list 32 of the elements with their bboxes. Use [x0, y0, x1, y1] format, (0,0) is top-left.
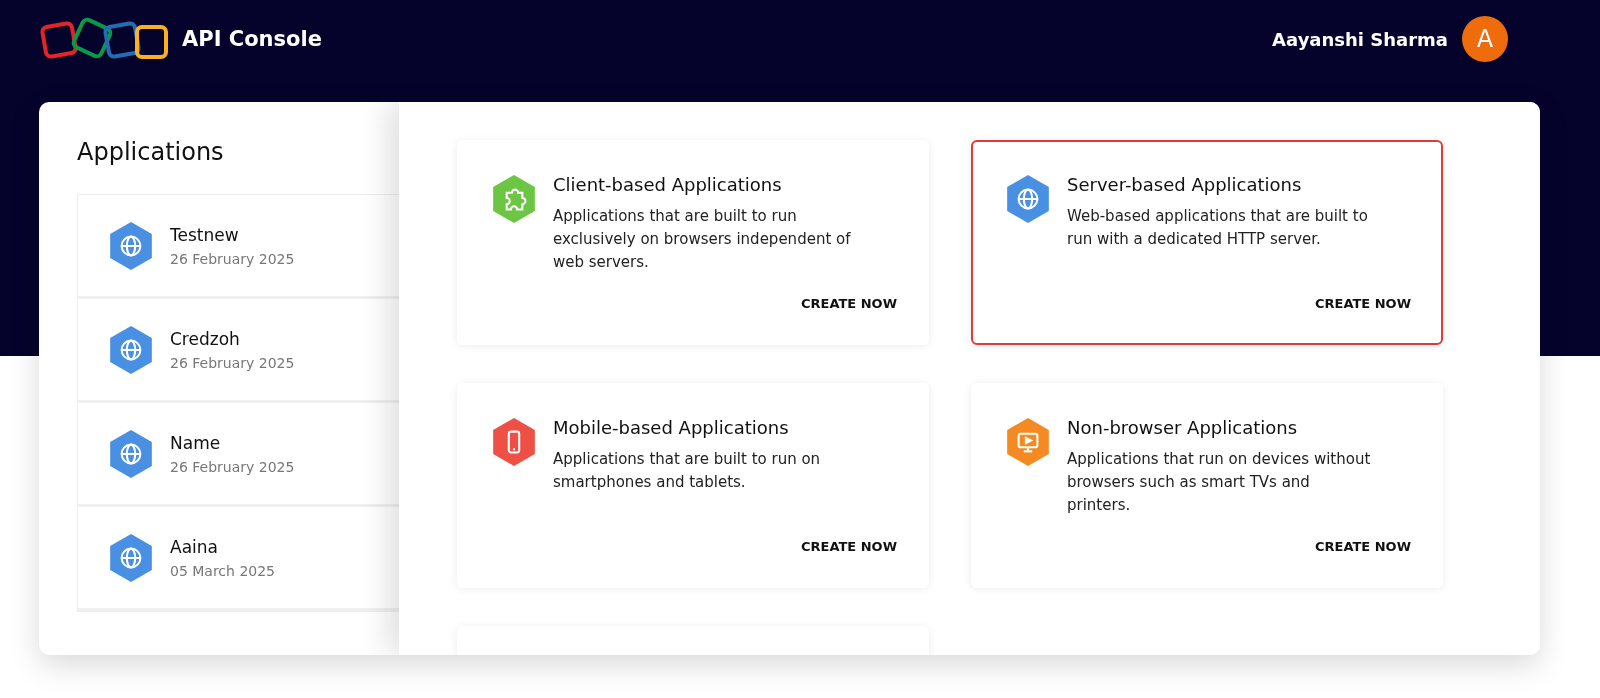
- card-title: Mobile-based Applications: [553, 417, 790, 438]
- globe-icon: [108, 220, 154, 271]
- card-title: Server-based Applications: [1067, 174, 1303, 195]
- create-now-link[interactable]: CREATE NOW: [800, 539, 897, 554]
- app-title: API Console: [182, 27, 322, 51]
- application-name: Name: [170, 432, 222, 453]
- application-date: 26 February 2025: [170, 458, 295, 475]
- sidebar-title: Applications: [77, 138, 225, 166]
- application-date: 26 February 2025: [170, 250, 295, 267]
- application-name: Testnew: [170, 224, 240, 245]
- card-description: Web-based applications that are built to run with a dedicated HTTP server.: [1067, 206, 1369, 250]
- application-date: 05 March 2025: [170, 562, 276, 579]
- logo-icon: [40, 17, 170, 61]
- card-title: Non-browser Applications: [1067, 417, 1299, 438]
- app-type-card[interactable]: Mobile-based Applications Applications that are built to run on smartphones and tablets. CREATE NOW: [457, 383, 929, 588]
- app-type-card[interactable]: Server-based Applications Web-based applications that are built to run with a dedicated HTTP server. CREATE NOW: [971, 140, 1443, 345]
- user-name: Aayanshi Sharma: [1272, 28, 1448, 50]
- app-type-card[interactable]: Client-based Applications Applications that are built to run exclusively on browsers independent of web servers. CREATE NOW: [457, 140, 929, 345]
- card-description: Applications that are built to run exclusively on browsers independent of web servers.: [553, 206, 852, 273]
- application-name: Aaina: [170, 536, 219, 557]
- app-type-card[interactable]: Non-browser Applications Applications that run on devices without browsers such as smart TVs and printers. CREATE NOW: [971, 383, 1443, 588]
- create-now-link[interactable]: CREATE NOW: [800, 296, 897, 311]
- application-name: Credzoh: [170, 328, 241, 349]
- create-now-link[interactable]: CREATE NOW: [1314, 539, 1411, 554]
- card-title: Client-based Applications: [553, 174, 783, 195]
- card-description: Applications that are built to run on smartphones and tablets.: [553, 449, 822, 493]
- globe-icon: [108, 428, 154, 479]
- card-description: Applications that run on devices without browsers such as smart TVs and printers.: [1067, 449, 1372, 516]
- application-date: 26 February 2025: [170, 354, 295, 371]
- globe-icon: [108, 324, 154, 375]
- globe-icon: [108, 532, 154, 583]
- create-now-link[interactable]: CREATE NOW: [1314, 296, 1411, 311]
